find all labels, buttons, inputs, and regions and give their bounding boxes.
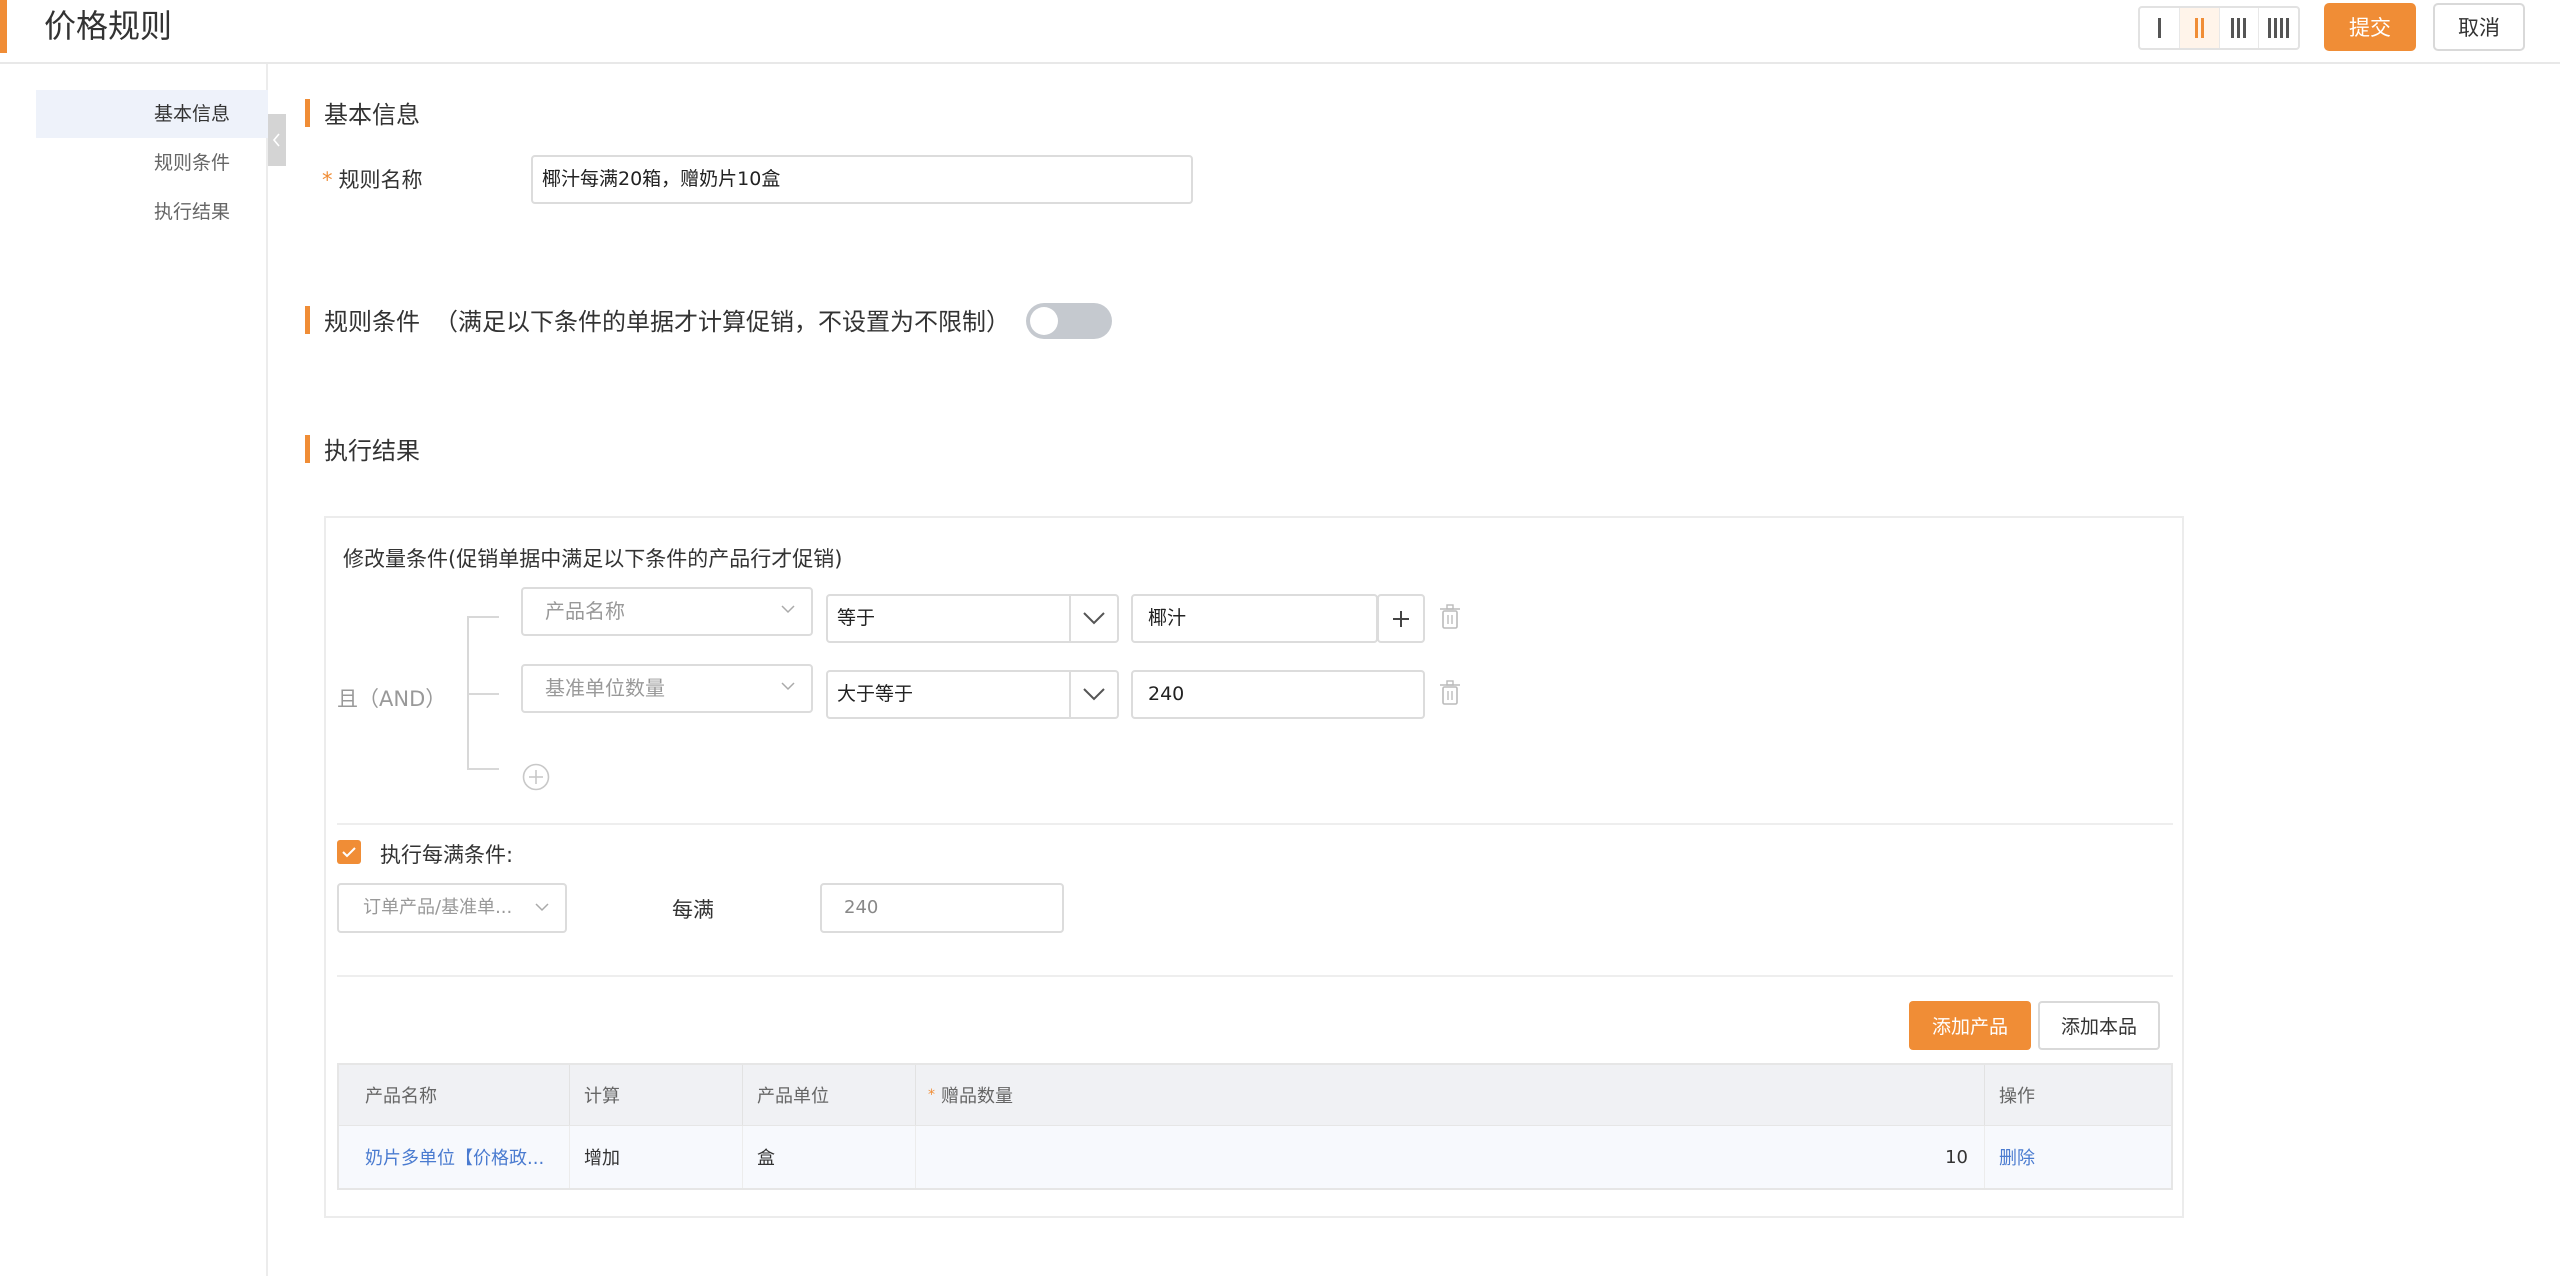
collapse-nav-button[interactable] <box>268 114 286 166</box>
column-header-actions: 操作 <box>1999 1086 2035 1107</box>
section-title-text: 基本信息 <box>324 101 420 129</box>
column-header-unit: 产品单位 <box>743 1065 916 1125</box>
chevron-down-icon <box>781 682 795 691</box>
condition-operator-select[interactable]: 等于 <box>826 594 1119 643</box>
rule-conditions-toggle[interactable] <box>1026 303 1112 339</box>
column-header-calc: 计算 <box>570 1065 743 1125</box>
every-full-field-value: 订单产品/基准单... <box>363 897 513 918</box>
four-column-icon <box>2268 18 2290 38</box>
section-nav: 基本信息 规则条件 执行结果 <box>0 64 268 1276</box>
four-column-toggle[interactable] <box>2259 8 2298 48</box>
table-row: 奶片多单位【价格政... 增加 盒 10 删除 <box>339 1125 2171 1188</box>
section-accent-bar <box>305 434 310 463</box>
column-layout-switcher <box>2138 6 2300 50</box>
nav-item-basic-info[interactable]: 基本信息 <box>36 90 268 138</box>
one-column-toggle[interactable] <box>2140 8 2180 48</box>
trash-icon[interactable] <box>1438 604 1462 630</box>
three-column-toggle[interactable] <box>2220 8 2260 48</box>
add-condition-icon[interactable] <box>522 763 550 791</box>
column-header-product-name: 产品名称 <box>339 1065 570 1125</box>
condition-field-value: 产品名称 <box>545 599 625 623</box>
column-header-gift-quantity: * 赠品数量 <box>916 1065 1985 1125</box>
toggle-knob <box>1030 307 1058 335</box>
condition-title: 修改量条件(促销单据中满足以下条件的产品行才促销) <box>343 547 843 571</box>
condition-value-input[interactable]: 椰汁 <box>1131 594 1378 643</box>
per-full-label: 每满 <box>672 898 714 922</box>
unit-cell[interactable]: 盒 <box>743 1126 916 1188</box>
chevron-down-icon <box>1083 688 1105 701</box>
section-title-rule-conditions: 规则条件 （满足以下条件的单据才计算促销，不设置为不限制） <box>305 302 1010 337</box>
section-accent-bar <box>305 305 310 334</box>
add-product-button[interactable]: 添加产品 <box>1909 1001 2031 1050</box>
every-full-label: 执行每满条件: <box>380 843 514 867</box>
cancel-button[interactable]: 取消 <box>2433 3 2525 51</box>
gift-product-table: 产品名称 计算 产品单位 * 赠品数量 操作 奶片多单位【价格政... 增加 盒 … <box>337 1063 2173 1190</box>
two-column-toggle[interactable] <box>2179 8 2220 48</box>
divider <box>337 975 2173 977</box>
chevron-down-icon <box>781 605 795 614</box>
section-title-basic-info: 基本信息 <box>305 95 420 130</box>
add-value-button[interactable] <box>1377 594 1425 643</box>
section-accent-bar <box>305 98 310 127</box>
nav-item-rule-conditions[interactable]: 规则条件 <box>36 139 268 187</box>
page-title: 价格规则 <box>44 7 173 45</box>
section-title-text: 规则条件 <box>324 308 420 336</box>
delete-row-link[interactable]: 删除 <box>1985 1126 2171 1188</box>
gift-product-name-link[interactable]: 奶片多单位【价格政... <box>339 1126 570 1188</box>
table-header: 产品名称 计算 产品单位 * 赠品数量 操作 <box>339 1065 2171 1125</box>
chevron-left-icon <box>272 133 280 147</box>
required-mark: * <box>928 1087 935 1103</box>
column-header-gift-quantity-text: 赠品数量 <box>941 1086 1013 1107</box>
header-accent-bar <box>0 0 7 53</box>
per-full-input[interactable]: 240 <box>820 883 1064 933</box>
condition-field-value: 基准单位数量 <box>545 676 665 700</box>
rule-name-label-text: 规则名称 <box>338 168 423 192</box>
section-title-execution-result: 执行结果 <box>305 431 420 466</box>
rule-name-label: * 规则名称 <box>322 164 423 194</box>
required-mark: * <box>322 168 333 192</box>
every-full-checkbox[interactable] <box>337 840 361 864</box>
gift-quantity-cell[interactable]: 10 <box>916 1126 1985 1188</box>
rule-name-input[interactable]: 椰汁每满20箱，赠奶片10盒 <box>531 155 1193 204</box>
trash-icon[interactable] <box>1438 680 1462 706</box>
two-column-icon <box>2194 18 2204 38</box>
condition-operator-value: 等于 <box>837 607 876 629</box>
section-hint-text: （满足以下条件的单据才计算促销，不设置为不限制） <box>434 308 1010 336</box>
divider <box>337 823 2173 825</box>
calc-cell[interactable]: 增加 <box>570 1126 743 1188</box>
condition-operator-select[interactable]: 大于等于 <box>826 670 1119 719</box>
page-header: 价格规则 提交 取消 <box>0 0 2560 64</box>
plus-icon <box>1393 610 1409 627</box>
chevron-down-icon <box>1083 612 1105 625</box>
condition-field-select[interactable]: 产品名称 <box>521 587 813 636</box>
section-title-text: 执行结果 <box>324 437 420 465</box>
logic-operator-label[interactable]: 且（AND） <box>337 683 446 713</box>
condition-value-input[interactable]: 240 <box>1131 670 1425 719</box>
condition-field-select[interactable]: 基准单位数量 <box>521 664 813 713</box>
condition-operator-value: 大于等于 <box>837 683 914 705</box>
check-icon <box>342 847 356 858</box>
logic-bracket <box>467 616 499 770</box>
every-full-field-select[interactable]: 订单产品/基准单... <box>337 883 567 933</box>
nav-item-execution-result[interactable]: 执行结果 <box>36 188 268 236</box>
chevron-down-icon <box>535 903 549 912</box>
submit-button[interactable]: 提交 <box>2324 3 2416 51</box>
one-column-icon <box>2157 18 2161 38</box>
three-column-icon <box>2231 18 2247 38</box>
add-self-product-button[interactable]: 添加本品 <box>2038 1001 2160 1050</box>
